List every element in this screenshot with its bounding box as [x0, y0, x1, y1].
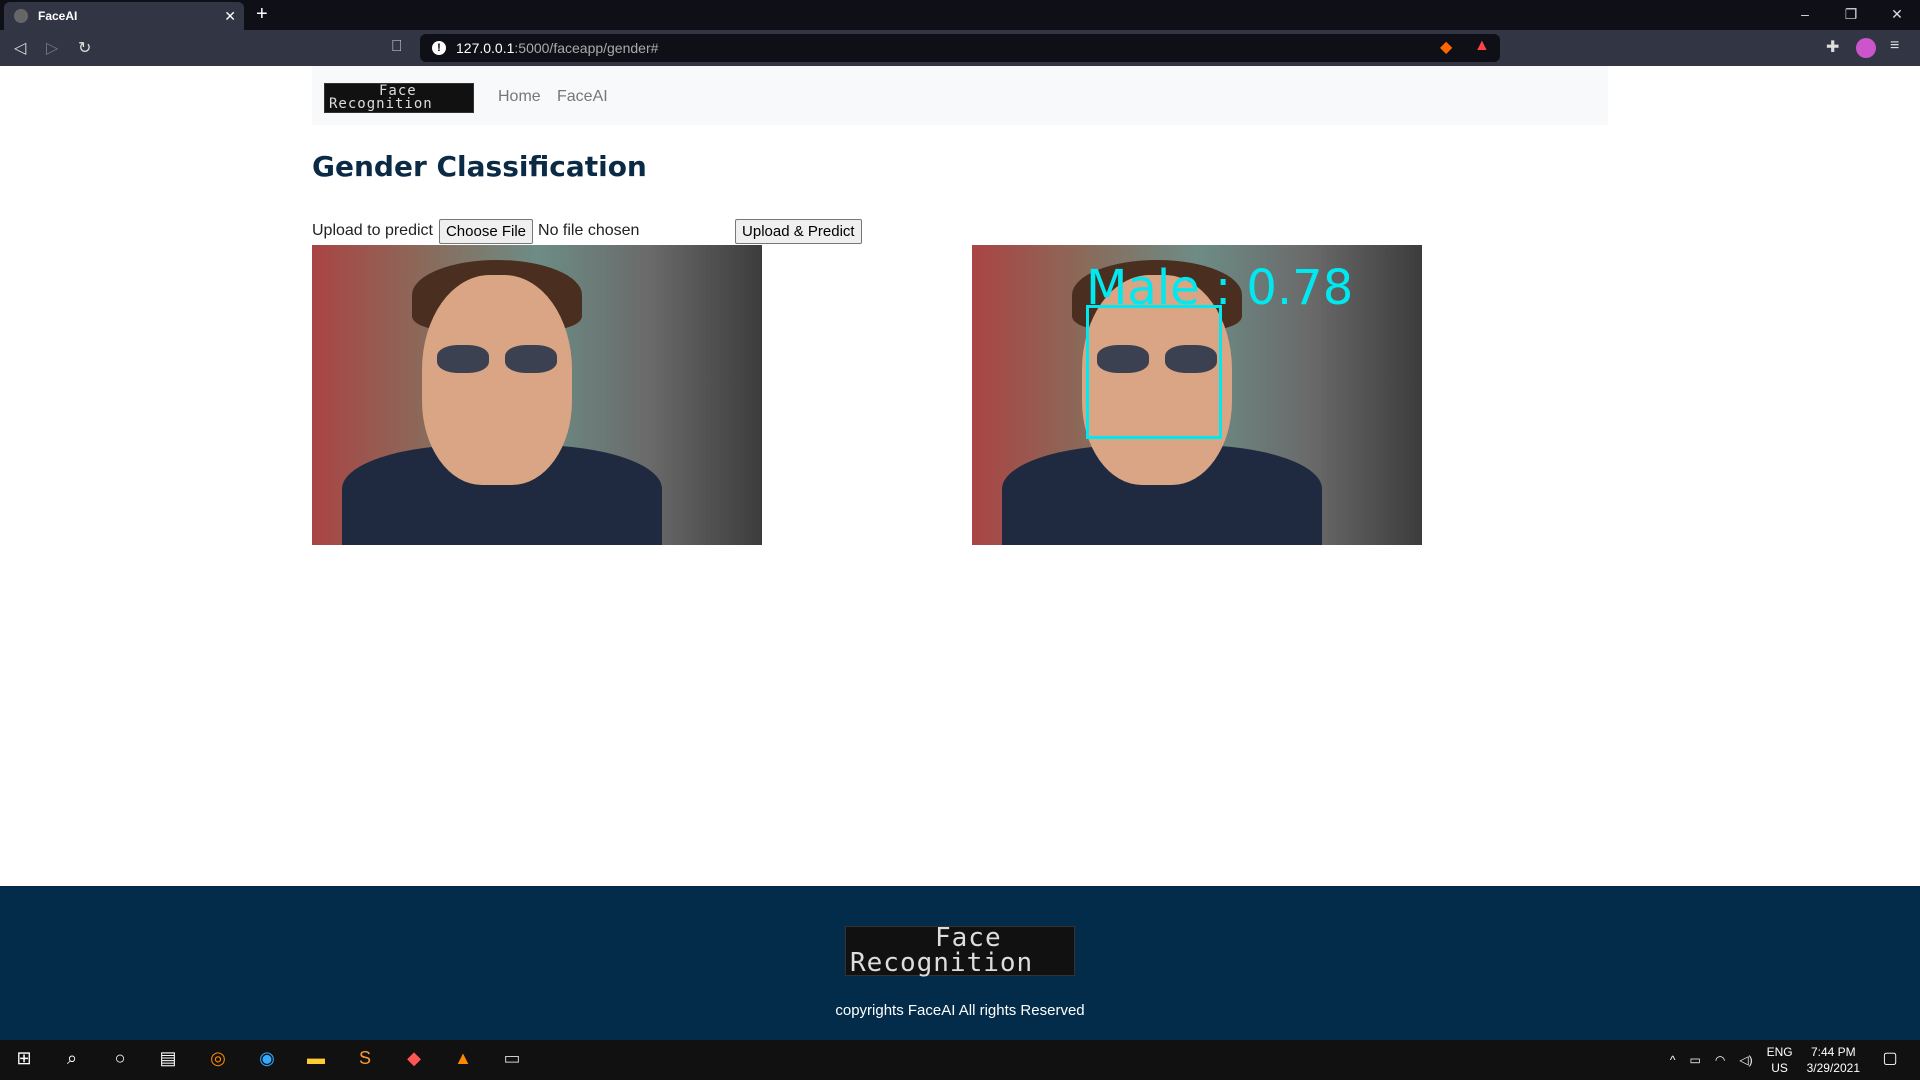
- face-bounding-box: [1086, 305, 1222, 439]
- nav-home[interactable]: Home: [498, 88, 541, 106]
- back-icon[interactable]: ◁: [14, 38, 26, 58]
- clock[interactable]: 7:44 PM 3/29/2021: [1807, 1044, 1860, 1076]
- volume-icon[interactable]: ◁): [1739, 1053, 1752, 1067]
- choose-file-button[interactable]: Choose File: [438, 218, 534, 244]
- restore-icon[interactable]: ❐: [1828, 0, 1874, 28]
- prediction-label: Male : 0.78: [1086, 260, 1354, 316]
- site-logo[interactable]: Face Recognition: [324, 83, 474, 113]
- date: 3/29/2021: [1806, 1061, 1860, 1075]
- minimize-icon[interactable]: –: [1782, 0, 1828, 28]
- browser-toolbar: ◁ ▷ ↻ ⎕ ! 127.0.0.1:5000/faceapp/gender#…: [0, 30, 1920, 66]
- app-icon[interactable]: ◎: [206, 1048, 230, 1072]
- logo-text: Recognition: [850, 948, 1034, 978]
- footer-logo: Face Recognition: [845, 925, 1075, 978]
- url-path: :5000/faceapp/gender#: [514, 40, 659, 56]
- nav-faceai[interactable]: FaceAI: [557, 88, 608, 106]
- task-view-icon[interactable]: ▤: [156, 1048, 180, 1072]
- file-explorer-icon[interactable]: ▬: [304, 1048, 328, 1072]
- prediction-image: Male : 0.78: [972, 245, 1422, 545]
- upload-predict-button[interactable]: Upload & Predict: [735, 218, 862, 244]
- copyright-text: copyrights FaceAI All rights Reserved: [835, 1002, 1085, 1019]
- browser-tab[interactable]: FaceAI ✕: [4, 2, 244, 30]
- notification-icon[interactable]: ▢: [1878, 1048, 1902, 1072]
- vlc-icon[interactable]: ▲: [451, 1048, 475, 1072]
- bookmark-icon[interactable]: ⎕: [392, 38, 402, 56]
- page-title: Gender Classification: [312, 150, 647, 183]
- lang: ENG: [1766, 1045, 1793, 1059]
- uploaded-image: [312, 245, 762, 545]
- cortana-icon[interactable]: ○: [108, 1048, 132, 1072]
- windows-start-icon[interactable]: ⊞: [12, 1048, 36, 1072]
- region: US: [1771, 1061, 1788, 1075]
- globe-icon: [14, 9, 28, 23]
- search-icon[interactable]: ⌕: [60, 1048, 84, 1072]
- sublime-icon[interactable]: S: [353, 1048, 377, 1072]
- site-navbar: Face Recognition Home FaceAI: [312, 66, 1608, 125]
- address-bar[interactable]: ! 127.0.0.1:5000/faceapp/gender#: [420, 34, 1500, 62]
- browser-tab-bar: FaceAI ✕ + – ❐ ✕: [0, 0, 1920, 30]
- url-host: 127.0.0.1: [456, 40, 515, 56]
- menu-icon[interactable]: ≡: [1890, 37, 1899, 55]
- logo-text: Recognition: [329, 96, 433, 112]
- upload-label: Upload to predict: [312, 222, 433, 239]
- close-tab-icon[interactable]: ✕: [224, 8, 236, 25]
- reload-icon[interactable]: ↻: [78, 38, 91, 58]
- battery-icon[interactable]: ▭: [1690, 1053, 1701, 1067]
- extensions-icon[interactable]: ✚: [1826, 37, 1839, 57]
- file-status: No file chosen: [538, 222, 640, 239]
- language-indicator[interactable]: ENG US: [1767, 1044, 1793, 1076]
- brave-icon[interactable]: ◆: [402, 1048, 426, 1072]
- site-footer: Face Recognition copyrights FaceAI All r…: [0, 886, 1920, 1040]
- tray-chevron-icon[interactable]: ^: [1670, 1053, 1676, 1067]
- new-tab-button[interactable]: +: [256, 3, 268, 26]
- brave-shield-icon[interactable]: ◆: [1440, 37, 1452, 57]
- edge-icon[interactable]: ◉: [255, 1048, 279, 1072]
- time: 7:44 PM: [1810, 1045, 1856, 1059]
- info-icon: !: [432, 41, 446, 55]
- wifi-icon[interactable]: ◠: [1715, 1053, 1725, 1067]
- windows-taskbar: ⊞ ⌕ ○ ▤ ◎ ◉ ▬ S ◆ ▲ ▭ ^ ▭ ◠ ◁) ENG US 7:4…: [0, 1040, 1920, 1080]
- close-window-icon[interactable]: ✕: [1874, 0, 1920, 28]
- tab-title: FaceAI: [38, 9, 78, 23]
- upload-form: Upload to predict Choose File No file ch…: [312, 217, 862, 245]
- brave-rewards-icon[interactable]: ▲: [1474, 37, 1490, 55]
- terminal-icon[interactable]: ▭: [500, 1048, 524, 1072]
- forward-icon[interactable]: ▷: [46, 38, 58, 58]
- profile-avatar[interactable]: [1856, 38, 1876, 58]
